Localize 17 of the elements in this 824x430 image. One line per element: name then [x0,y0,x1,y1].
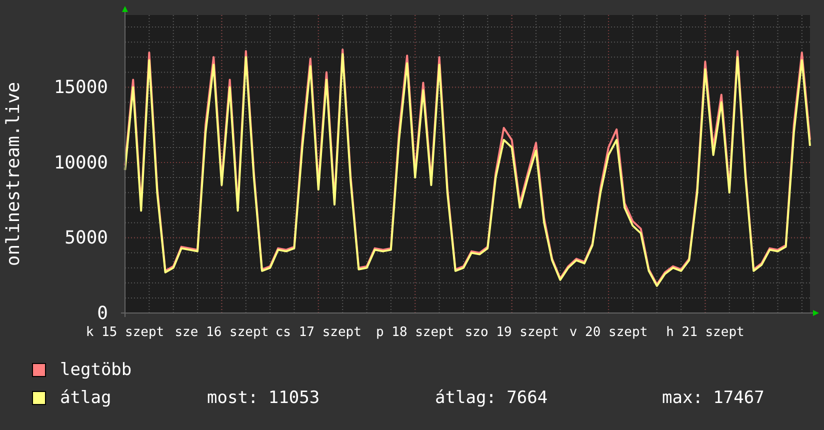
legend-stat: max: 17467 [662,388,766,408]
axis-tick-label: h 21 szept [666,325,744,340]
legend-stat: most: 11053 [207,388,321,408]
axis-tick-label: p 18 szept [376,325,454,340]
legend-label: legtöbb [60,360,133,380]
axis-tick-label: 0 [97,303,108,324]
axis-tick-label: 10000 [54,152,108,174]
axis-tick-label: sze 16 szept [174,325,269,340]
axis-tick-label: szo 19 szept [464,325,559,340]
axis-tick-label: 15000 [54,77,108,98]
axis-title: onlinestream.live [3,82,24,266]
axis-tick-label: 5000 [64,228,108,249]
axis-tick-label: v 20 szept [569,325,648,340]
legend-label: átlag [60,388,112,408]
axis-tick-label: cs 17 szept [275,325,362,340]
axis-tick-label: k 15 szept [86,325,164,340]
legend-stat: átlag: 7664 [435,388,549,408]
